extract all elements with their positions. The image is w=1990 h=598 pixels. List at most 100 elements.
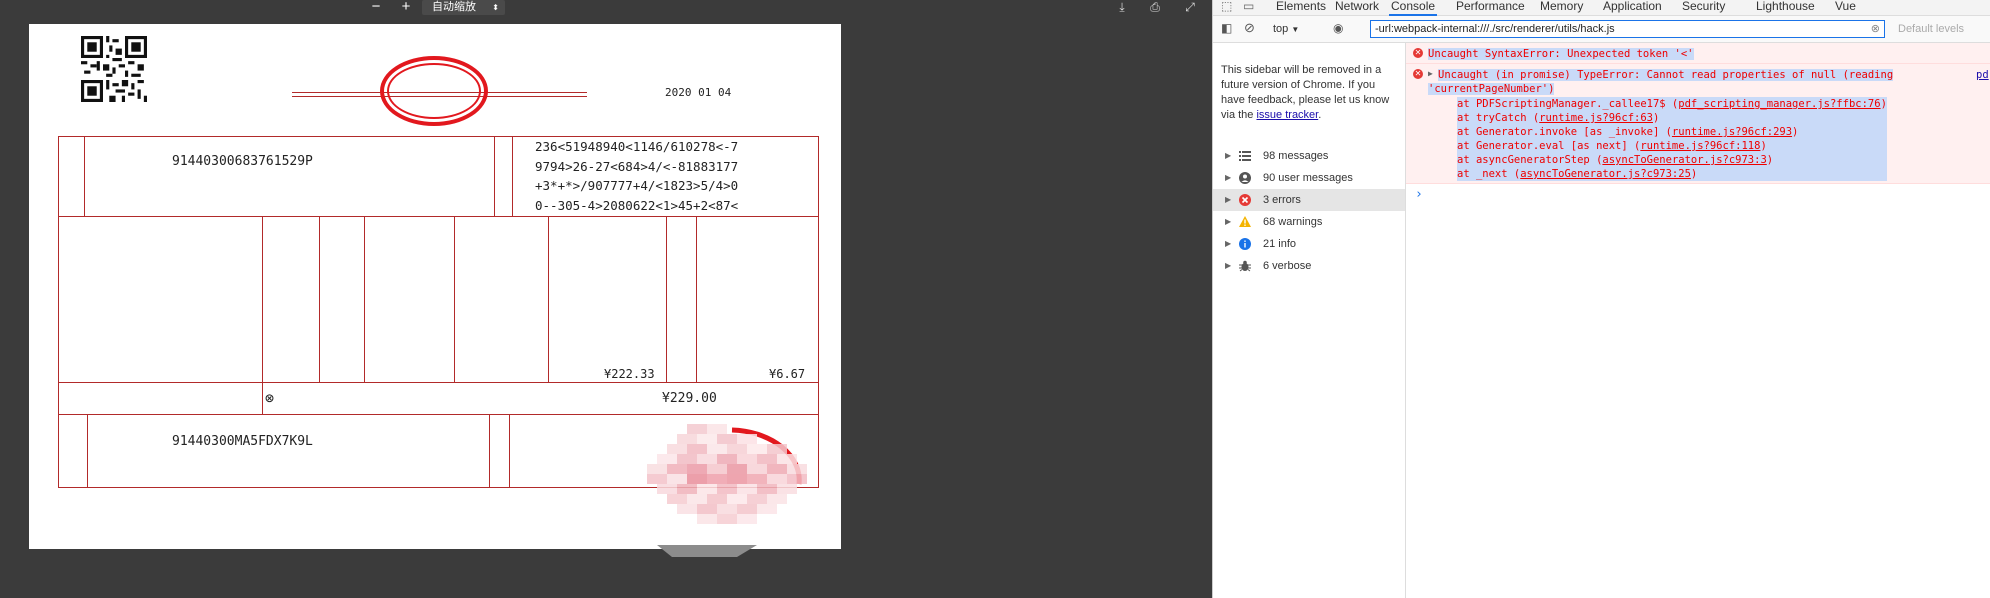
cipher-area: 236<51948940<1146/610278<-7 9794>26-27<6… [535, 137, 738, 215]
cipher-line: 236<51948940<1146/610278<-7 [535, 139, 739, 154]
console-log: ✕ Uncaught SyntaxError: Unexpected token… [1406, 43, 1990, 598]
tab-memory[interactable]: Memory [1540, 0, 1583, 14]
issue-tracker-link[interactable]: issue tracker [1256, 109, 1318, 121]
sidebar-item-info[interactable]: ▶ 21 info [1213, 233, 1405, 255]
error-icon [1239, 194, 1251, 206]
sidebar-item-label: 21 info [1263, 238, 1297, 250]
error-icon: ✕ [1413, 69, 1423, 79]
sidebar-item-label: 68 warnings [1263, 216, 1323, 228]
devtools-tabbar: ⬚ ▭ Elements Network Console Performance… [1213, 0, 1990, 16]
sidebar-item-label: 98 messages [1263, 150, 1329, 162]
error-message: Uncaught (in promise) TypeError: Cannot … [1438, 69, 1894, 81]
error-message: Uncaught SyntaxError: Unexpected token '… [1428, 48, 1694, 60]
tab-application[interactable]: Application [1603, 0, 1662, 14]
context-value: top [1273, 23, 1289, 35]
devtools-panel: ⬚ ▭ Elements Network Console Performance… [1212, 0, 1990, 598]
buyer-tax-id: 91440300683761529P [172, 154, 313, 169]
official-seal [380, 56, 488, 126]
zoom-in-button[interactable]: + [396, 0, 416, 16]
console-prompt[interactable]: › [1415, 187, 1423, 202]
tab-vue[interactable]: Vue [1835, 0, 1856, 14]
fullscreen-icon[interactable]: ⤢ [1180, 0, 1200, 16]
qr-code [81, 36, 147, 102]
stack-frame-link[interactable]: pdf_scripting_manager.js?ffbc:76 [1678, 98, 1880, 110]
bug-icon [1239, 260, 1251, 272]
sidebar-item-verbose[interactable]: ▶ 6 verbose [1213, 255, 1405, 277]
sidebar-toggle-icon[interactable]: ◧ [1221, 21, 1232, 35]
expand-arrow-icon: ▶ [1225, 239, 1232, 248]
info-icon [1239, 238, 1251, 250]
total-amount: ¥229.00 [662, 391, 717, 406]
console-error-row[interactable]: ✕ Uncaught SyntaxError: Unexpected token… [1406, 43, 1990, 64]
stack-frame: at PDFScriptingManager._callee17$ (pdf_s… [1457, 97, 1887, 111]
chevron-down-icon: ▼ [1291, 25, 1300, 34]
user-icon [1239, 172, 1251, 184]
sidebar-item-user-messages[interactable]: ▶ 90 user messages [1213, 167, 1405, 189]
inspect-icon[interactable]: ⬚ [1221, 0, 1232, 14]
stack-frame-link[interactable]: runtime.js?96cf:63 [1539, 112, 1653, 124]
pdf-toolbar: − + 自动缩放 ⬍ ⤓ ⎙ ⤢ [0, 0, 1212, 16]
context-select[interactable]: top ▼ [1273, 23, 1299, 35]
console-sidebar: This sidebar will be removed in a future… [1213, 43, 1406, 598]
page-shadow [657, 545, 757, 557]
print-icon[interactable]: ⎙ [1145, 0, 1165, 16]
expand-arrow-icon: ▶ [1225, 261, 1232, 270]
sidebar-item-label: 3 errors [1263, 194, 1301, 206]
sidebar-item-errors[interactable]: ▶ 3 errors [1213, 189, 1405, 211]
clear-filter-icon[interactable]: ⊗ [1871, 21, 1880, 37]
console-toolbar: ◧ ⊘ top ▼ ◉ -url:webpack-internal:///./s… [1213, 16, 1990, 43]
tab-security[interactable]: Security [1682, 0, 1725, 14]
seller-tax-id: 91440300MA5FDX7K9L [172, 434, 313, 449]
log-levels-select[interactable]: Default levels [1898, 20, 1964, 38]
clear-console-icon[interactable]: ⊘ [1244, 20, 1255, 36]
zoom-value: 自动缩放 [432, 1, 476, 13]
filter-input[interactable]: -url:webpack-internal:///./src/renderer/… [1370, 20, 1885, 38]
pdf-page: 2020 01 04 91440300683761529P 236<519489… [29, 24, 841, 549]
cipher-line: 9794>26-27<684>4/<-81883177 [535, 158, 739, 174]
sidebar-deprecation-note: This sidebar will be removed in a future… [1221, 64, 1390, 121]
expand-arrow-icon: ▶ [1225, 173, 1232, 182]
download-icon[interactable]: ⤓ [1112, 0, 1132, 16]
stack-frame-link[interactable]: runtime.js?96cf:118 [1640, 140, 1760, 152]
filter-value: -url:webpack-internal:///./src/renderer/… [1375, 23, 1615, 35]
sidebar-item-label: 6 verbose [1263, 260, 1312, 272]
stack-frame: at _next (asyncToGenerator.js?c973:25) [1457, 167, 1887, 181]
source-link[interactable]: pd [1976, 69, 1989, 81]
eye-icon[interactable]: ◉ [1333, 21, 1343, 35]
cipher-line: 0--305-4>2080622<1>45+2<87< [535, 197, 739, 213]
console-error-row[interactable]: ✕ ▶ Uncaught (in promise) TypeError: Can… [1406, 64, 1990, 184]
tab-performance[interactable]: Performance [1456, 0, 1525, 14]
device-toolbar-icon[interactable]: ▭ [1243, 0, 1254, 14]
tab-network[interactable]: Network [1335, 0, 1379, 14]
tab-console[interactable]: Console [1389, 0, 1438, 16]
stack-frame: at asyncGeneratorStep (asyncToGenerator.… [1457, 153, 1887, 167]
stack-frame-link[interactable]: runtime.js?96cf:293 [1672, 126, 1792, 138]
stack-frame-link[interactable]: asyncToGenerator.js?c973:25 [1520, 168, 1691, 180]
stack-trace: at PDFScriptingManager._callee17$ (pdf_s… [1457, 97, 1887, 181]
tax-amount: ¥6.67 [769, 367, 806, 381]
pdf-viewer: − + 自动缩放 ⬍ ⤓ ⎙ ⤢ 2020 01 04 914403006837… [0, 0, 1212, 598]
expand-arrow-icon: ▶ [1225, 195, 1232, 204]
warning-icon [1239, 216, 1251, 227]
pixelated-seal [647, 424, 807, 524]
stack-frame: at Generator.eval [as next] (runtime.js?… [1457, 139, 1887, 153]
stack-frame-link[interactable]: asyncToGenerator.js?c973:3 [1602, 154, 1766, 166]
expand-arrow-icon[interactable]: ▶ [1428, 69, 1433, 78]
error-message-cont: 'currentPageNumber') [1428, 83, 1555, 95]
tab-lighthouse[interactable]: Lighthouse [1756, 0, 1815, 14]
list-icon [1239, 151, 1251, 161]
sidebar-item-warnings[interactable]: ▶ 68 warnings [1213, 211, 1405, 233]
error-icon: ✕ [1413, 48, 1423, 58]
zoom-out-button[interactable]: − [366, 0, 386, 16]
amount: ¥222.33 [604, 367, 655, 381]
zoom-select[interactable]: 自动缩放 ⬍ [422, 0, 505, 15]
chevron-updown-icon: ⬍ [492, 3, 499, 12]
invoice-date: 2020 01 04 [665, 86, 732, 99]
expand-arrow-icon: ▶ [1225, 151, 1232, 160]
cipher-line: +3*+*>/907777+4/<1823>5/4>0 [535, 178, 739, 193]
tab-elements[interactable]: Elements [1276, 0, 1326, 14]
expand-arrow-icon: ▶ [1225, 217, 1232, 226]
stack-frame: at Generator.invoke [as _invoke] (runtim… [1457, 125, 1887, 139]
sidebar-item-messages[interactable]: ▶ 98 messages [1213, 145, 1405, 167]
circled-x-icon: ⊗ [265, 389, 275, 407]
